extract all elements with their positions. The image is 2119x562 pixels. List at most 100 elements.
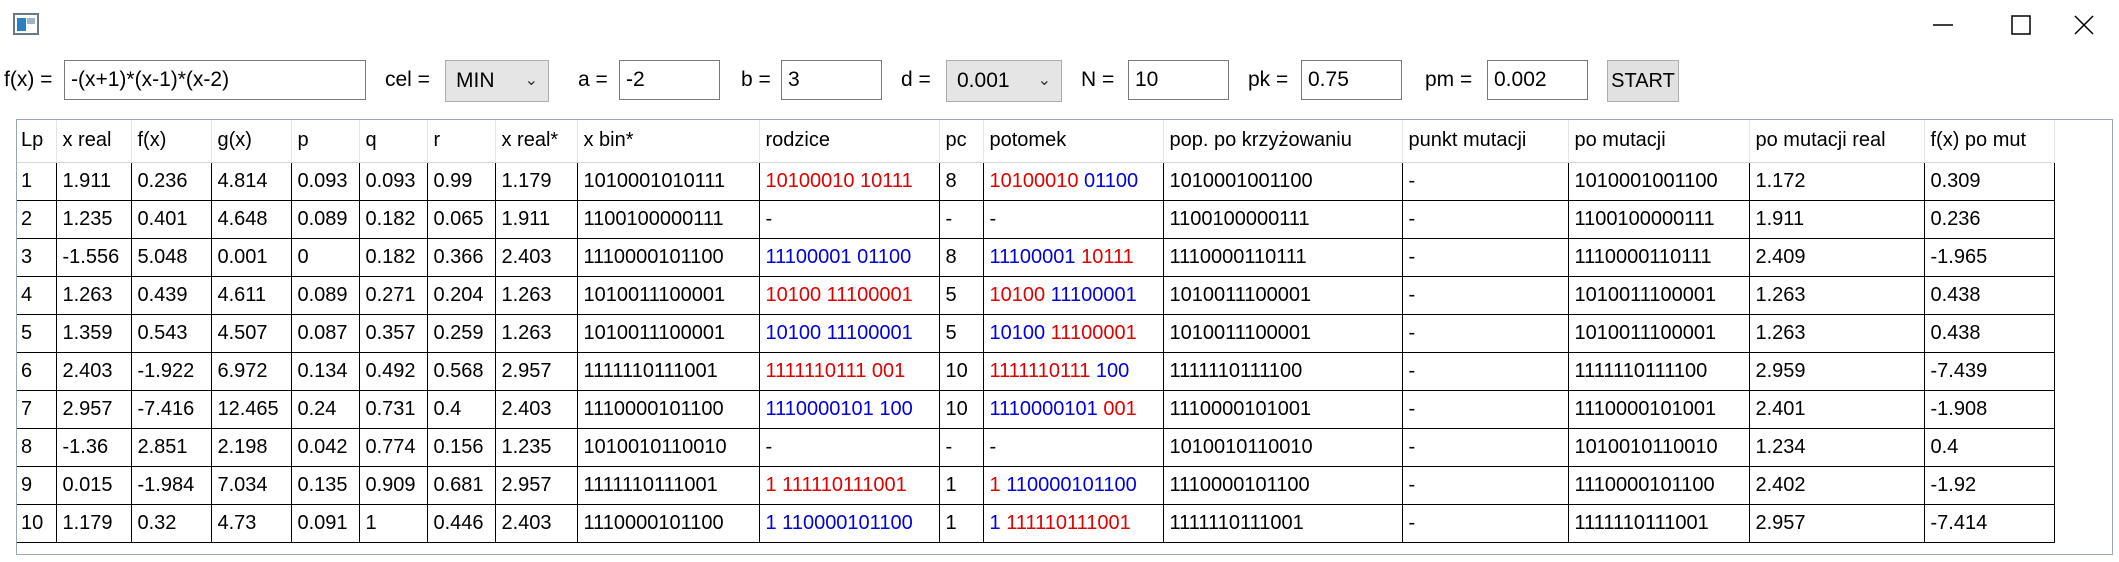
table-cell-xreal_s[interactable]: 1.263 — [495, 314, 578, 353]
table-cell-pomut[interactable]: 1010011100001 — [1568, 276, 1750, 315]
table-cell-fx[interactable]: 0.543 — [131, 314, 212, 353]
column-header[interactable]: x bin* — [577, 120, 760, 163]
column-header[interactable]: pop. po krzyżowaniu — [1163, 120, 1403, 163]
table-cell-p[interactable]: 0 — [291, 238, 360, 277]
column-header[interactable]: po mutacji real — [1749, 120, 1925, 163]
table-cell-pomut[interactable]: 1110000101001 — [1568, 390, 1750, 429]
table-cell-xreal_s[interactable]: 1.911 — [495, 200, 578, 239]
table-cell-gx[interactable]: 12.465 — [211, 390, 292, 429]
table-cell-r[interactable]: 0.156 — [427, 428, 496, 467]
table-cell-p[interactable]: 0.091 — [291, 504, 360, 543]
table-cell-pc[interactable]: - — [939, 200, 984, 239]
table-cell-q[interactable]: 1 — [359, 504, 428, 543]
table-cell-q[interactable]: 0.357 — [359, 314, 428, 353]
table-cell-xbin_s[interactable]: 1010011100001 — [577, 314, 760, 353]
table-cell-pm[interactable]: - — [1402, 352, 1569, 391]
table-cell-pomut[interactable]: 1110000110111 — [1568, 238, 1750, 277]
table-cell-potomek[interactable]: 1111110111 100 — [983, 352, 1164, 391]
b-input[interactable]: 3 — [781, 60, 882, 100]
table-cell-pc[interactable]: - — [939, 428, 984, 467]
table-cell-gx[interactable]: 4.814 — [211, 162, 292, 201]
table-cell-xbin_s[interactable]: 1110000101100 — [577, 238, 760, 277]
table-row[interactable]: 2 1.235 0.401 4.648 0.089 0.182 0.065 1.911 1100… — [17, 200, 2055, 239]
table-cell-potomek[interactable]: 10100010 01100 — [983, 162, 1164, 201]
table-cell-lp[interactable]: 3 — [17, 238, 57, 277]
table-cell-fx[interactable]: 0.439 — [131, 276, 212, 315]
table-cell-rodzice[interactable]: 11100001 01100 — [759, 238, 940, 277]
table-cell-q[interactable]: 0.774 — [359, 428, 428, 467]
table-cell-q[interactable]: 0.093 — [359, 162, 428, 201]
table-cell-pm[interactable]: - — [1402, 314, 1569, 353]
table-cell-potomek[interactable]: 10100 11100001 — [983, 276, 1164, 315]
table-cell-fxpomut[interactable]: -1.965 — [1924, 238, 2055, 277]
table-cell-pc[interactable]: 10 — [939, 352, 984, 391]
table-cell-pc[interactable]: 5 — [939, 276, 984, 315]
table-cell-xbin_s[interactable]: 1010001010111 — [577, 162, 760, 201]
column-header[interactable]: punkt mutacji — [1402, 120, 1569, 163]
table-cell-potomek[interactable]: 1 111110111001 — [983, 504, 1164, 543]
table-cell-rodzice[interactable]: - — [759, 200, 940, 239]
table-cell-pc[interactable]: 10 — [939, 390, 984, 429]
table-cell-q[interactable]: 0.909 — [359, 466, 428, 505]
table-cell-rodzice[interactable]: 1110000101 100 — [759, 390, 940, 429]
table-cell-fx[interactable]: 0.32 — [131, 504, 212, 543]
table-cell-lp[interactable]: 1 — [17, 162, 57, 201]
table-cell-pomutreal[interactable]: 1.263 — [1749, 276, 1925, 315]
table-cell-pop[interactable]: 1110000101001 — [1163, 390, 1403, 429]
table-cell-pomutreal[interactable]: 1.234 — [1749, 428, 1925, 467]
function-input[interactable]: -(x+1)*(x-1)*(x-2) — [64, 60, 366, 100]
table-cell-lp[interactable]: 4 — [17, 276, 57, 315]
table-cell-xreal[interactable]: -1.36 — [56, 428, 132, 467]
table-cell-xbin_s[interactable]: 1010010110010 — [577, 428, 760, 467]
column-header[interactable]: rodzice — [759, 120, 940, 163]
table-cell-pm[interactable]: - — [1402, 162, 1569, 201]
table-cell-pm[interactable]: - — [1402, 466, 1569, 505]
table-cell-r[interactable]: 0.366 — [427, 238, 496, 277]
column-header[interactable]: Lp — [17, 120, 57, 163]
table-cell-xbin_s[interactable]: 1110000101100 — [577, 504, 760, 543]
pm-input[interactable]: 0.002 — [1487, 60, 1588, 100]
table-cell-xbin_s[interactable]: 1110000101100 — [577, 390, 760, 429]
table-cell-pm[interactable]: - — [1402, 504, 1569, 543]
table-cell-fx[interactable]: 0.236 — [131, 162, 212, 201]
table-cell-pc[interactable]: 1 — [939, 504, 984, 543]
column-header[interactable]: potomek — [983, 120, 1164, 163]
table-cell-gx[interactable]: 0.001 — [211, 238, 292, 277]
table-cell-fxpomut[interactable]: -7.439 — [1924, 352, 2055, 391]
table-cell-potomek[interactable]: 10100 11100001 — [983, 314, 1164, 353]
table-cell-r[interactable]: 0.681 — [427, 466, 496, 505]
table-cell-rodzice[interactable]: 1111110111 001 — [759, 352, 940, 391]
table-cell-pomutreal[interactable]: 2.401 — [1749, 390, 1925, 429]
table-cell-fx[interactable]: 5.048 — [131, 238, 212, 277]
column-header[interactable]: f(x) — [131, 120, 212, 163]
table-cell-p[interactable]: 0.24 — [291, 390, 360, 429]
table-cell-xreal_s[interactable]: 2.403 — [495, 238, 578, 277]
table-cell-p[interactable]: 0.093 — [291, 162, 360, 201]
table-cell-r[interactable]: 0.065 — [427, 200, 496, 239]
a-input[interactable]: -2 — [619, 60, 720, 100]
table-cell-q[interactable]: 0.731 — [359, 390, 428, 429]
pk-input[interactable]: 0.75 — [1301, 60, 1402, 100]
table-cell-xbin_s[interactable]: 1100100000111 — [577, 200, 760, 239]
table-cell-xreal[interactable]: 1.179 — [56, 504, 132, 543]
table-row[interactable]: 6 2.403 -1.922 6.972 0.134 0.492 0.568 2.957 111… — [17, 352, 2055, 391]
table-cell-r[interactable]: 0.99 — [427, 162, 496, 201]
table-cell-pop[interactable]: 1010010110010 — [1163, 428, 1403, 467]
table-cell-xreal[interactable]: 2.403 — [56, 352, 132, 391]
table-cell-pomutreal[interactable]: 2.957 — [1749, 504, 1925, 543]
table-cell-gx[interactable]: 4.73 — [211, 504, 292, 543]
table-cell-xreal_s[interactable]: 1.179 — [495, 162, 578, 201]
n-input[interactable]: 10 — [1128, 60, 1229, 100]
table-cell-pomutreal[interactable]: 2.959 — [1749, 352, 1925, 391]
table-row[interactable]: 8 -1.36 2.851 2.198 0.042 0.774 0.156 1.235 1010… — [17, 428, 2055, 467]
table-cell-pc[interactable]: 8 — [939, 162, 984, 201]
table-cell-rodzice[interactable]: 1 111110111001 — [759, 466, 940, 505]
table-cell-xbin_s[interactable]: 1010011100001 — [577, 276, 760, 315]
table-cell-xbin_s[interactable]: 1111110111001 — [577, 352, 760, 391]
table-cell-pomutreal[interactable]: 2.409 — [1749, 238, 1925, 277]
table-cell-fxpomut[interactable]: -7.414 — [1924, 504, 2055, 543]
table-cell-potomek[interactable]: - — [983, 428, 1164, 467]
table-cell-xreal[interactable]: 1.263 — [56, 276, 132, 315]
table-cell-pomutreal[interactable]: 1.911 — [1749, 200, 1925, 239]
start-button[interactable]: START — [1607, 60, 1679, 102]
